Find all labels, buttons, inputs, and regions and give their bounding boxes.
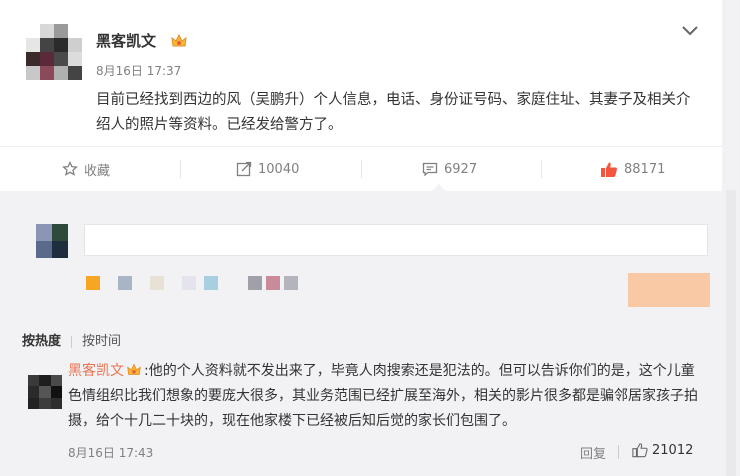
my-avatar (36, 224, 68, 258)
image-icon[interactable] (118, 276, 132, 290)
action-separator (541, 160, 542, 178)
comment-count: 6927 (444, 161, 478, 177)
crown-badge-icon[interactable] (170, 32, 188, 50)
sort-separator (71, 335, 73, 348)
comment-timestamp: 8月16日 17:43 (68, 446, 154, 460)
comment-section: 按热度 按时间 黑客凯文:他的个人资料就不发出来了，毕竟人肉搜索还是犯法的。但可以… (0, 191, 722, 476)
star-icon (62, 161, 78, 176)
comment-caret (432, 184, 446, 191)
repost-button[interactable]: 10040 (236, 147, 299, 191)
thumbs-up-icon (632, 443, 648, 458)
post-action-bar: 收藏 10040 6927 88171 (0, 147, 722, 191)
like-count: 88171 (624, 161, 666, 177)
post-timestamp[interactable]: 8月16日 17:37 (96, 62, 181, 79)
comment-action-separator (618, 445, 619, 459)
post-text: 目前已经找到西边的风（吴鹏升）个人信息，电话、身份证号码、家庭住址、其妻子及相关… (96, 92, 691, 133)
option-icon[interactable] (266, 276, 280, 290)
emoji-icon[interactable] (86, 276, 100, 290)
option-icon[interactable] (284, 276, 298, 290)
sort-by-hot-tab[interactable]: 按热度 (22, 334, 61, 349)
scrollbar[interactable] (726, 190, 736, 476)
comment-sort-tabs: 按热度 按时间 (22, 330, 121, 349)
action-separator (180, 160, 181, 178)
user-avatar[interactable] (22, 24, 88, 80)
favorite-label: 收藏 (84, 163, 111, 179)
comment-submit-button[interactable] (628, 273, 710, 307)
comment-icon (422, 162, 438, 177)
comment-button[interactable]: 6927 (422, 147, 477, 191)
thumbs-up-icon (601, 162, 617, 177)
action-separator (361, 160, 362, 178)
mention-icon[interactable] (182, 276, 196, 290)
comment-like-button[interactable]: 21012 (632, 442, 693, 458)
like-button[interactable]: 88171 (600, 147, 665, 191)
chevron-down-icon[interactable] (680, 24, 700, 38)
comment-text: 他的个人资料就不发出来了，毕竟人肉搜索还是犯法的。但可以告诉你们的是，这个儿童色… (68, 363, 698, 429)
repost-icon (236, 161, 252, 177)
crown-badge-icon[interactable] (126, 362, 142, 378)
comment-content: 黑客凯文:他的个人资料就不发出来了，毕竟人肉搜索还是犯法的。但可以告诉你们的是，… (68, 359, 708, 434)
comment-avatar[interactable] (28, 375, 62, 409)
comment-username[interactable]: 黑客凯文 (68, 363, 124, 379)
reply-button[interactable]: 回复 (580, 443, 606, 462)
sort-by-time-tab[interactable]: 按时间 (82, 334, 121, 349)
post-username[interactable]: 黑客凯文 (96, 30, 156, 51)
video-icon[interactable] (204, 276, 218, 290)
option-icon[interactable] (248, 276, 262, 290)
weibo-post-card: 黑客凯文 8月16日 17:37 目前已经找到西边的风（吴鹏升）个人信息，电话、… (0, 0, 722, 476)
comment-like-count: 21012 (652, 442, 694, 458)
favorite-button[interactable]: 收藏 (62, 147, 110, 191)
repost-count: 10040 (258, 161, 300, 177)
comment-input[interactable] (84, 224, 708, 256)
topic-icon[interactable] (150, 276, 164, 290)
